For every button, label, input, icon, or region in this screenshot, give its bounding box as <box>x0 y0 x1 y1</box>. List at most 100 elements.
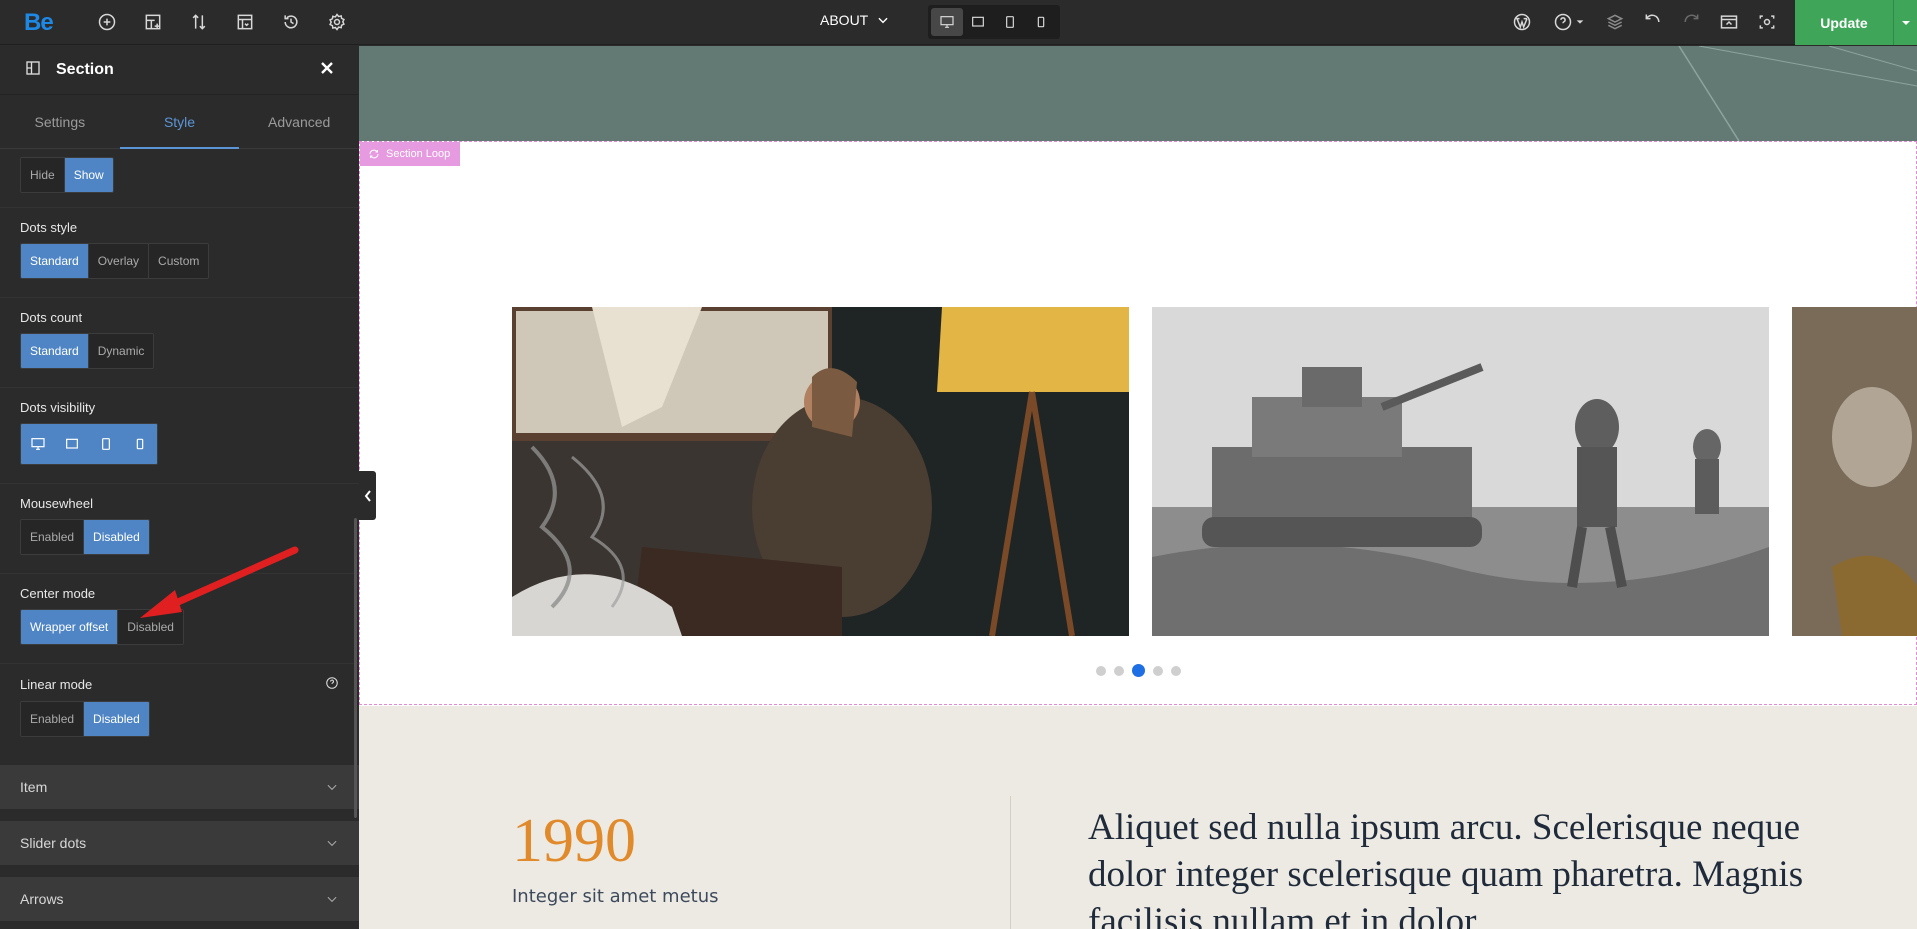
dots-visibility-selector <box>20 423 158 465</box>
slider-dot-5[interactable] <box>1171 665 1181 676</box>
slide-image-woman[interactable] <box>512 307 1129 636</box>
year-heading: 1990 <box>512 807 636 875</box>
dots-style-standard-button[interactable]: Standard <box>21 244 89 278</box>
slider-dots <box>1096 664 1181 677</box>
mousewheel-enabled-button[interactable]: Enabled <box>21 520 85 554</box>
timeline-section: 1990 Integer sit amet metus Aliquet sed … <box>359 706 1917 929</box>
dots-style-label: Dots style <box>20 220 78 235</box>
desktop-view-icon[interactable] <box>931 8 963 36</box>
linear-mode-selector: Enabled Disabled <box>20 701 150 737</box>
tab-settings[interactable]: Settings <box>0 95 120 148</box>
dots-toggle: Hide Show <box>20 157 114 193</box>
history-icon[interactable] <box>279 10 303 34</box>
accordion-arrows[interactable]: Arrows <box>0 877 359 921</box>
section-icon <box>24 59 42 82</box>
sidebar-tabs: Settings Style Advanced <box>0 95 359 149</box>
hero-band <box>359 46 1917 141</box>
chevron-down-icon <box>327 784 337 791</box>
slide-image-partial[interactable] <box>1792 307 1917 636</box>
chevron-down-icon <box>327 840 337 847</box>
help-icon[interactable] <box>325 676 339 693</box>
sidebar-panel: Section Settings Style Advanced Hide Sho… <box>0 46 359 929</box>
tab-advanced[interactable]: Advanced <box>239 95 359 148</box>
accordion-item-label: Item <box>20 779 48 795</box>
layout-icon[interactable] <box>141 10 165 34</box>
dots-count-dynamic-button[interactable]: Dynamic <box>88 334 154 368</box>
linear-mode-label-text: Linear mode <box>20 677 93 692</box>
dots-hide-button[interactable]: Hide <box>21 158 65 192</box>
quote-text: Aliquet sed nulla ipsum arcu. Scelerisqu… <box>1088 807 1804 929</box>
loop-icon <box>369 149 379 159</box>
add-icon[interactable] <box>95 10 119 34</box>
dots-show-button[interactable]: Show <box>64 158 113 192</box>
accordion-item[interactable]: Item <box>0 765 359 809</box>
undo-icon[interactable] <box>1641 10 1665 34</box>
help-caret-icon[interactable] <box>1574 10 1586 34</box>
wordpress-icon[interactable] <box>1510 10 1534 34</box>
page-canvas: Section Loop 1990 Integer sit amet metus… <box>359 46 1917 929</box>
section-loop-badge[interactable]: Section Loop <box>360 142 461 166</box>
chevron-down-icon <box>327 896 337 903</box>
help-icon[interactable] <box>1551 10 1575 34</box>
accordion-arrows-label: Arrows <box>20 891 64 907</box>
redo-icon[interactable] <box>1679 10 1703 34</box>
year-subtitle: Integer sit amet metus <box>512 886 719 907</box>
dots-style-group: Dots style Standard Overlay Custom <box>0 208 359 298</box>
dots-style-custom-button[interactable]: Custom <box>149 244 209 278</box>
section-loop-badge-label: Section Loop <box>386 148 451 160</box>
slide-image-tank[interactable] <box>1152 307 1769 636</box>
layers-icon[interactable] <box>1603 10 1627 34</box>
tablet-view-icon[interactable] <box>994 8 1026 36</box>
sidebar-scrollbar[interactable] <box>354 518 357 818</box>
page-selector[interactable]: ABOUT <box>820 12 890 28</box>
mobile-visibility-icon[interactable] <box>123 424 157 464</box>
template-icon[interactable] <box>233 10 257 34</box>
update-button[interactable]: Update <box>1795 0 1893 45</box>
dots-visibility-group: Dots visibility <box>0 388 359 484</box>
accordion-slider-dots[interactable]: Slider dots <box>0 821 359 865</box>
slider-dot-3[interactable] <box>1132 664 1145 677</box>
center-mode-wrapper-offset-button[interactable]: Wrapper offset <box>21 610 119 644</box>
update-options-icon[interactable] <box>1893 0 1917 45</box>
slider-dot-4[interactable] <box>1153 665 1163 676</box>
chevron-down-icon <box>878 17 888 24</box>
linear-mode-label: Linear mode <box>20 664 339 701</box>
dots-visibility-label: Dots visibility <box>20 400 96 415</box>
desktop-visibility-icon[interactable] <box>21 424 55 464</box>
laptop-visibility-icon[interactable] <box>55 424 89 464</box>
tablet-visibility-icon[interactable] <box>89 424 123 464</box>
slider-dot-1[interactable] <box>1096 665 1106 676</box>
dots-count-standard-button[interactable]: Standard <box>21 334 89 368</box>
settings-icon[interactable] <box>325 10 349 34</box>
dots-count-label: Dots count <box>20 310 83 325</box>
sidebar-header: Section <box>0 46 359 95</box>
linear-mode-enabled-button[interactable]: Enabled <box>21 702 85 736</box>
page-name: ABOUT <box>820 12 869 28</box>
annotation-arrow-icon <box>140 546 299 618</box>
app-logo[interactable]: Be <box>24 9 54 37</box>
slider-dot-2[interactable] <box>1114 665 1124 676</box>
device-switcher <box>928 5 1060 39</box>
dots-count-selector: Standard Dynamic <box>20 333 155 369</box>
section-loop[interactable]: Section Loop <box>359 141 1917 705</box>
laptop-view-icon[interactable] <box>963 8 995 36</box>
mobile-view-icon[interactable] <box>1026 8 1058 36</box>
accordion-slider-dots-label: Slider dots <box>20 835 87 851</box>
tab-style[interactable]: Style <box>119 95 240 149</box>
dots-toggle-group: Hide Show <box>0 149 359 208</box>
sort-icon[interactable] <box>187 10 211 34</box>
chevron-left-icon <box>364 489 371 502</box>
dots-count-group: Dots count Standard Dynamic <box>0 298 359 388</box>
linear-mode-disabled-button[interactable]: Disabled <box>84 702 149 736</box>
divider <box>1010 796 1011 929</box>
live-preview-icon[interactable] <box>1755 10 1779 34</box>
dots-style-overlay-button[interactable]: Overlay <box>88 244 150 278</box>
dots-style-selector: Standard Overlay Custom <box>20 243 210 279</box>
preview-icon[interactable] <box>1717 10 1741 34</box>
top-toolbar: Be ABOUT Update <box>0 0 1917 45</box>
sidebar-collapse-toggle[interactable] <box>359 471 376 520</box>
mousewheel-label: Mousewheel <box>20 496 93 511</box>
sidebar-title: Section <box>56 61 114 78</box>
linear-mode-group: Linear mode Enabled Disabled <box>0 664 359 755</box>
close-icon[interactable] <box>319 60 335 81</box>
